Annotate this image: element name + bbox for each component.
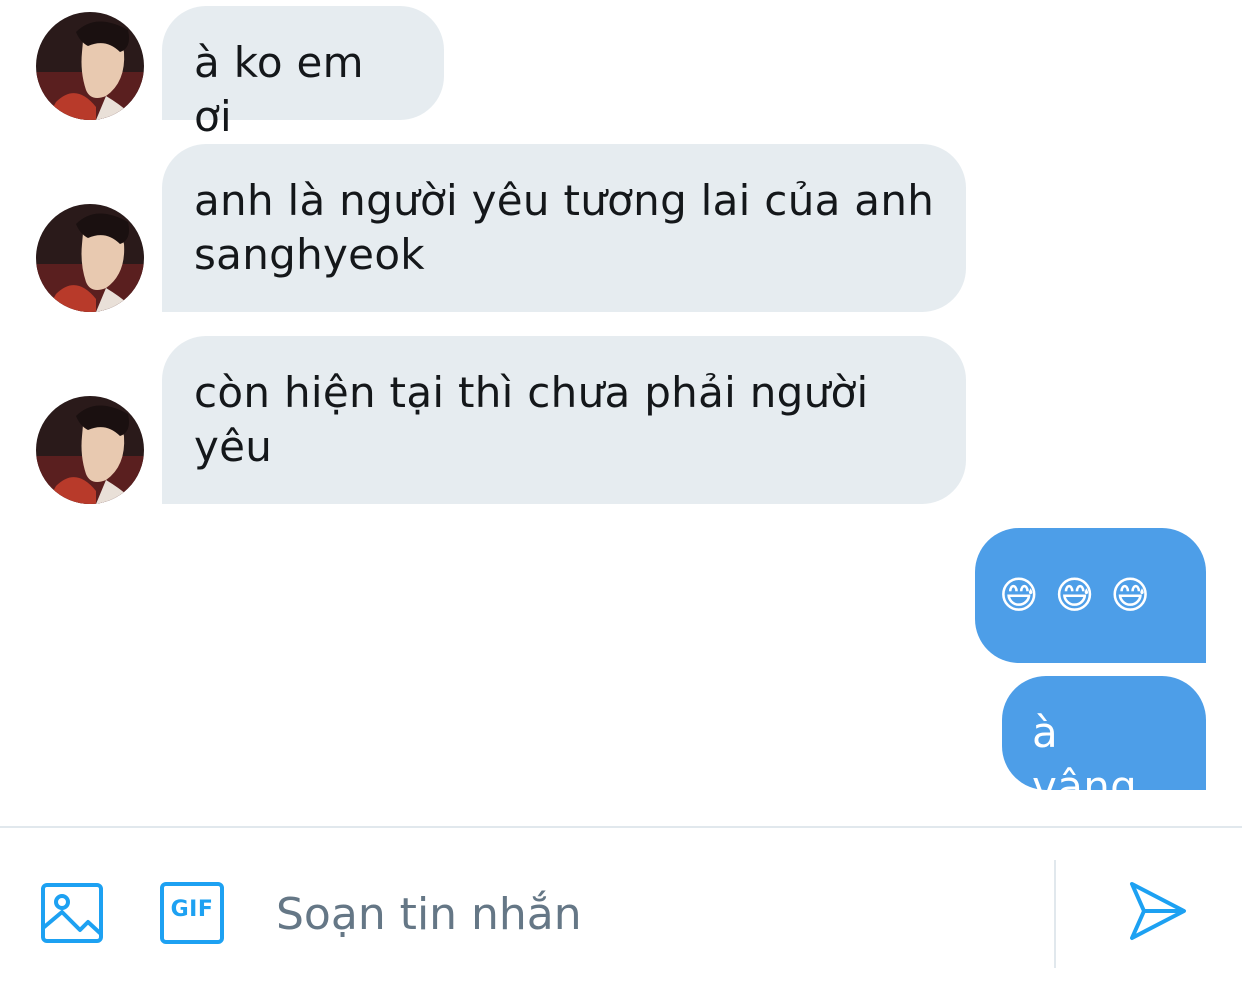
- image-icon[interactable]: [40, 882, 104, 944]
- message-bubble-received[interactable]: còn hiện tại thì chưa phải người yêu: [162, 336, 966, 504]
- avatar[interactable]: [36, 204, 144, 312]
- message-bubble-sent[interactable]: 😅 😅 😅: [975, 528, 1206, 663]
- avatar[interactable]: [36, 396, 144, 504]
- message-input[interactable]: [276, 884, 1016, 944]
- dm-conversation: à ko em ơi anh là người yêu tương lai củ…: [0, 0, 1242, 982]
- message-composer: GIF: [0, 828, 1242, 982]
- send-icon[interactable]: [1128, 880, 1188, 942]
- message-text: à vâng: [1032, 708, 1138, 811]
- composer-separator: [1054, 860, 1056, 968]
- message-text: à ko em ơi: [194, 38, 364, 141]
- message-bubble-received[interactable]: anh là người yêu tương lai của anh sangh…: [162, 144, 966, 312]
- message-text: 😅 😅 😅: [999, 573, 1153, 617]
- message-bubble-sent[interactable]: à vâng: [1002, 676, 1206, 811]
- gif-icon[interactable]: GIF: [160, 882, 224, 944]
- message-text: còn hiện tại thì chưa phải người yêu: [194, 368, 869, 471]
- message-bubble-received[interactable]: à ko em ơi: [162, 6, 444, 141]
- avatar[interactable]: [36, 12, 144, 120]
- gif-label: GIF: [170, 897, 214, 922]
- message-text: anh là người yêu tương lai của anh sangh…: [194, 176, 935, 279]
